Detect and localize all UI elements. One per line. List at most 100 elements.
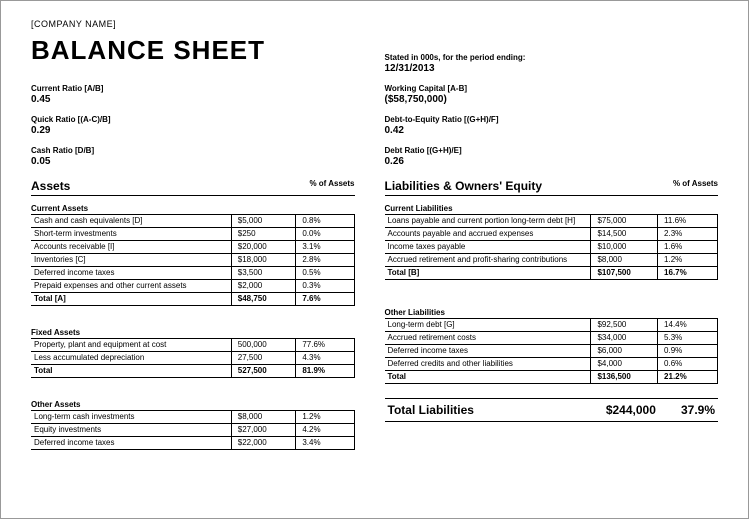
row-label: Long-term cash investments [31,411,231,424]
ratio-value: 0.42 [385,125,719,136]
row-label: Cash and cash equivalents [D] [31,215,231,228]
total-value: $136,500 [591,371,658,384]
row-label: Equity investments [31,424,231,437]
total-label: Total [B] [385,267,591,280]
ratio-value: 0.29 [31,125,355,136]
row-pct: 0.9% [658,345,718,358]
row-value: $92,500 [591,319,658,332]
company-name: [COMPANY NAME] [31,19,718,29]
row-label: Prepaid expenses and other current asset… [31,280,231,293]
current-liabilities-title: Current Liabilities [385,204,719,213]
table-row: Loans payable and current portion long-t… [385,215,718,228]
assets-pct-header: % of Assets [309,179,354,193]
row-label: Short-term investments [31,228,231,241]
row-pct: 1.2% [658,254,718,267]
row-value: $22,000 [231,437,296,450]
row-value: $2,000 [231,280,296,293]
total-label: Total [385,371,591,384]
ratio-label: Working Capital [A-B] [385,84,719,93]
total-pct: 7.6% [296,293,354,306]
table-row: Property, plant and equipment at cost500… [31,339,354,352]
table-row: Prepaid expenses and other current asset… [31,280,354,293]
period-date: 12/31/2013 [385,63,719,74]
row-label: Inventories [C] [31,254,231,267]
other-liabilities-table: Long-term debt [G]$92,50014.4%Accrued re… [385,318,719,384]
row-pct: 0.3% [296,280,354,293]
row-pct: 77.6% [296,339,354,352]
row-label: Deferred credits and other liabilities [385,358,591,371]
table-total-row: Total527,50081.9% [31,365,354,378]
table-total-row: Total$136,50021.2% [385,371,718,384]
ratio-label: Debt Ratio [(G+H)/E] [385,146,719,155]
row-label: Deferred income taxes [31,267,231,280]
table-row: Cash and cash equivalents [D]$5,0000.8% [31,215,354,228]
row-value: $34,000 [591,332,658,345]
row-label: Long-term debt [G] [385,319,591,332]
row-pct: 3.4% [296,437,354,450]
row-value: 27,500 [231,352,296,365]
row-label: Accounts payable and accrued expenses [385,228,591,241]
table-row: Accrued retirement and profit-sharing co… [385,254,718,267]
row-pct: 4.3% [296,352,354,365]
row-label: Deferred income taxes [31,437,231,450]
total-label: Total [31,365,231,378]
row-pct: 0.8% [296,215,354,228]
page-title: BALANCE SHEET [31,35,355,66]
ratio-label: Cash Ratio [D/B] [31,146,355,155]
period-note: Stated in 000s, for the period ending: [385,53,719,62]
table-total-row: Total [A]$48,7507.6% [31,293,354,306]
table-row: Long-term debt [G]$92,50014.4% [385,319,718,332]
row-value: $18,000 [231,254,296,267]
row-label: Property, plant and equipment at cost [31,339,231,352]
ratio-value: ($58,750,000) [385,94,719,105]
row-pct: 3.1% [296,241,354,254]
row-value: $4,000 [591,358,658,371]
row-pct: 11.6% [658,215,718,228]
row-value: $14,500 [591,228,658,241]
row-label: Accounts receivable [I] [31,241,231,254]
row-pct: 0.6% [658,358,718,371]
total-value: 527,500 [231,365,296,378]
total-pct: 81.9% [296,365,354,378]
row-pct: 0.0% [296,228,354,241]
row-pct: 2.8% [296,254,354,267]
ratio-value: 0.05 [31,156,355,167]
fixed-assets-table: Property, plant and equipment at cost500… [31,338,355,378]
liabilities-header: Liabilities & Owners' Equity [385,179,543,193]
table-row: Deferred income taxes$22,0003.4% [31,437,354,450]
table-row: Less accumulated depreciation27,5004.3% [31,352,354,365]
table-row: Income taxes payable$10,0001.6% [385,241,718,254]
row-value: $6,000 [591,345,658,358]
row-pct: 1.2% [296,411,354,424]
current-liabilities-table: Loans payable and current portion long-t… [385,214,719,280]
row-pct: 5.3% [658,332,718,345]
total-value: $48,750 [231,293,296,306]
table-total-row: Total [B]$107,50016.7% [385,267,718,280]
table-row: Equity investments$27,0004.2% [31,424,354,437]
table-row: Short-term investments$2500.0% [31,228,354,241]
row-label: Income taxes payable [385,241,591,254]
row-label: Deferred income taxes [385,345,591,358]
row-value: 500,000 [231,339,296,352]
table-row: Accounts receivable [I]$20,0003.1% [31,241,354,254]
total-pct: 16.7% [658,267,718,280]
total-pct: 21.2% [658,371,718,384]
ratio-label: Current Ratio [A/B] [31,84,355,93]
row-value: $8,000 [231,411,296,424]
row-label: Loans payable and current portion long-t… [385,215,591,228]
row-label: Accrued retirement costs [385,332,591,345]
row-value: $27,000 [231,424,296,437]
table-row: Inventories [C]$18,0002.8% [31,254,354,267]
total-liabilities-value: $244,000 [600,403,666,417]
table-row: Deferred income taxes$6,0000.9% [385,345,718,358]
other-liabilities-title: Other Liabilities [385,308,719,317]
row-pct: 4.2% [296,424,354,437]
liabilities-pct-header: % of Assets [673,179,718,193]
row-value: $75,000 [591,215,658,228]
row-value: $250 [231,228,296,241]
row-value: $3,500 [231,267,296,280]
row-label: Accrued retirement and profit-sharing co… [385,254,591,267]
row-value: $8,000 [591,254,658,267]
total-value: $107,500 [591,267,658,280]
row-label: Less accumulated depreciation [31,352,231,365]
